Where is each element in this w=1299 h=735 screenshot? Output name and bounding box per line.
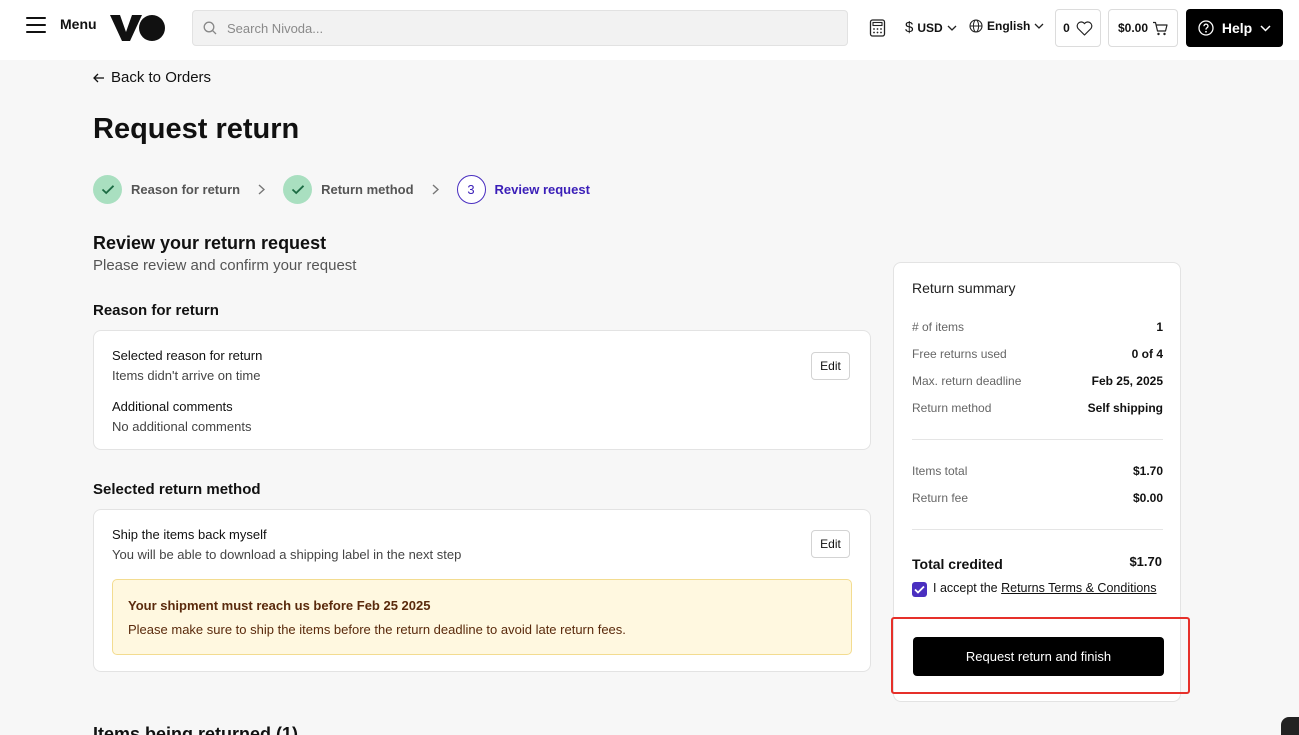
step-reason[interactable]: Reason for return — [93, 174, 241, 204]
step-number: 3 — [456, 174, 486, 204]
hamburger-icon — [26, 16, 46, 33]
top-bar: Menu $ USD English 0 — [0, 0, 1299, 60]
menu-label: Menu — [60, 16, 97, 32]
search-icon — [203, 21, 217, 35]
row-label: Max. return deadline — [912, 374, 1022, 388]
summary-row: Return method Self shipping — [912, 401, 1163, 415]
summary-row: # of items 1 — [912, 320, 1163, 334]
total-label: Total credited — [912, 556, 1003, 572]
calculator-icon[interactable] — [869, 19, 886, 37]
step-review: 3 Review request — [456, 174, 590, 204]
cart-icon — [1153, 21, 1168, 35]
arrow-left-icon — [93, 73, 104, 82]
review-heading: Review your return request — [93, 233, 327, 253]
row-label: Free returns used — [912, 347, 1007, 361]
method-description: You will be able to download a shipping … — [112, 547, 462, 562]
row-label: Return method — [912, 401, 992, 415]
items-heading: Items being returned (1) — [93, 724, 299, 735]
row-value: $0.00 — [1132, 491, 1163, 505]
notice-text: Please make sure to ship the items befor… — [128, 622, 626, 637]
reason-card: Selected reason for return Items didn't … — [93, 330, 871, 450]
notice-title: Your shipment must reach us before Feb 2… — [128, 598, 431, 613]
accept-prefix: I accept the — [933, 581, 1002, 595]
method-heading: Selected return method — [93, 481, 261, 498]
row-label: Return fee — [912, 491, 969, 505]
comments-label: Additional comments — [112, 399, 233, 414]
accept-terms: I accept the Returns Terms & Conditions — [912, 581, 1157, 597]
currency-selector[interactable]: $ USD — [905, 19, 957, 36]
help-label: Help — [1221, 20, 1253, 36]
divider — [912, 439, 1163, 440]
step-label: Return method — [321, 181, 414, 197]
summary-title: Return summary — [912, 280, 1016, 296]
step-method[interactable]: Return method — [283, 174, 414, 204]
accept-text: I accept the Returns Terms & Conditions — [933, 581, 1157, 597]
menu-button[interactable]: Menu — [26, 16, 97, 33]
summary-row: Return fee $0.00 — [912, 491, 1163, 505]
total-value: $1.70 — [1129, 554, 1162, 569]
row-value: 1 — [1156, 320, 1163, 334]
currency-symbol: $ — [905, 19, 914, 36]
help-button[interactable]: Help — [1186, 9, 1283, 47]
page-title: Request return — [93, 113, 300, 145]
back-label: Back to Orders — [111, 69, 212, 86]
back-to-orders-link[interactable]: Back to Orders — [93, 69, 211, 86]
progress-stepper: Reason for return Return method 3 Review… — [93, 174, 590, 204]
cart-button[interactable]: $0.00 — [1108, 9, 1178, 47]
reason-heading: Reason for return — [93, 302, 219, 319]
step-label: Reason for return — [131, 181, 241, 197]
chevron-right-icon — [432, 183, 439, 195]
terms-checkbox[interactable] — [912, 582, 927, 597]
selected-reason-value: Items didn't arrive on time — [112, 368, 261, 383]
deadline-notice: Your shipment must reach us before Feb 2… — [112, 579, 852, 655]
chevron-down-icon — [1034, 23, 1044, 29]
step-label: Review request — [494, 181, 590, 197]
selected-reason-label: Selected reason for return — [112, 348, 263, 363]
comments-value: No additional comments — [112, 419, 252, 434]
language-selector[interactable]: English — [969, 19, 1044, 33]
chevron-down-icon — [947, 25, 957, 31]
search-bar[interactable] — [192, 10, 848, 46]
cart-total: $0.00 — [1117, 21, 1149, 35]
row-value: $1.70 — [1132, 464, 1163, 478]
request-return-finish-button[interactable]: Request return and finish — [913, 637, 1164, 676]
summary-row: Free returns used 0 of 4 — [912, 347, 1163, 361]
search-input[interactable] — [227, 20, 827, 36]
heart-icon — [1076, 20, 1093, 36]
logo-icon[interactable] — [110, 14, 166, 42]
row-label: Items total — [912, 464, 968, 478]
terms-link[interactable]: Returns Terms & Conditions — [1001, 581, 1156, 595]
wishlist-count: 0 — [1063, 21, 1070, 35]
currency-code: USD — [917, 20, 943, 35]
chevron-down-icon — [1260, 24, 1271, 32]
summary-row: Max. return deadline Feb 25, 2025 — [912, 374, 1163, 388]
check-icon — [283, 174, 313, 204]
row-label: # of items — [912, 320, 965, 334]
help-circle-icon — [1198, 20, 1214, 36]
row-value: Self shipping — [1087, 401, 1163, 415]
globe-icon — [969, 19, 983, 33]
chat-widget[interactable] — [1281, 717, 1299, 735]
row-value: 0 of 4 — [1131, 347, 1163, 361]
edit-method-button[interactable]: Edit — [811, 530, 850, 558]
row-value: Feb 25, 2025 — [1091, 374, 1163, 388]
summary-row: Items total $1.70 — [912, 464, 1163, 478]
review-subheading: Please review and confirm your request — [93, 257, 357, 274]
wishlist-button[interactable]: 0 — [1055, 9, 1101, 47]
edit-reason-button[interactable]: Edit — [811, 352, 850, 380]
chevron-right-icon — [258, 183, 266, 195]
method-label: Ship the items back myself — [112, 527, 267, 542]
check-icon — [93, 174, 122, 204]
language-label: English — [987, 19, 1031, 33]
method-card: Ship the items back myself You will be a… — [93, 509, 871, 672]
divider — [912, 529, 1163, 530]
check-icon — [914, 585, 925, 594]
return-summary-panel: Return summary # of items 1 Free returns… — [893, 262, 1181, 702]
